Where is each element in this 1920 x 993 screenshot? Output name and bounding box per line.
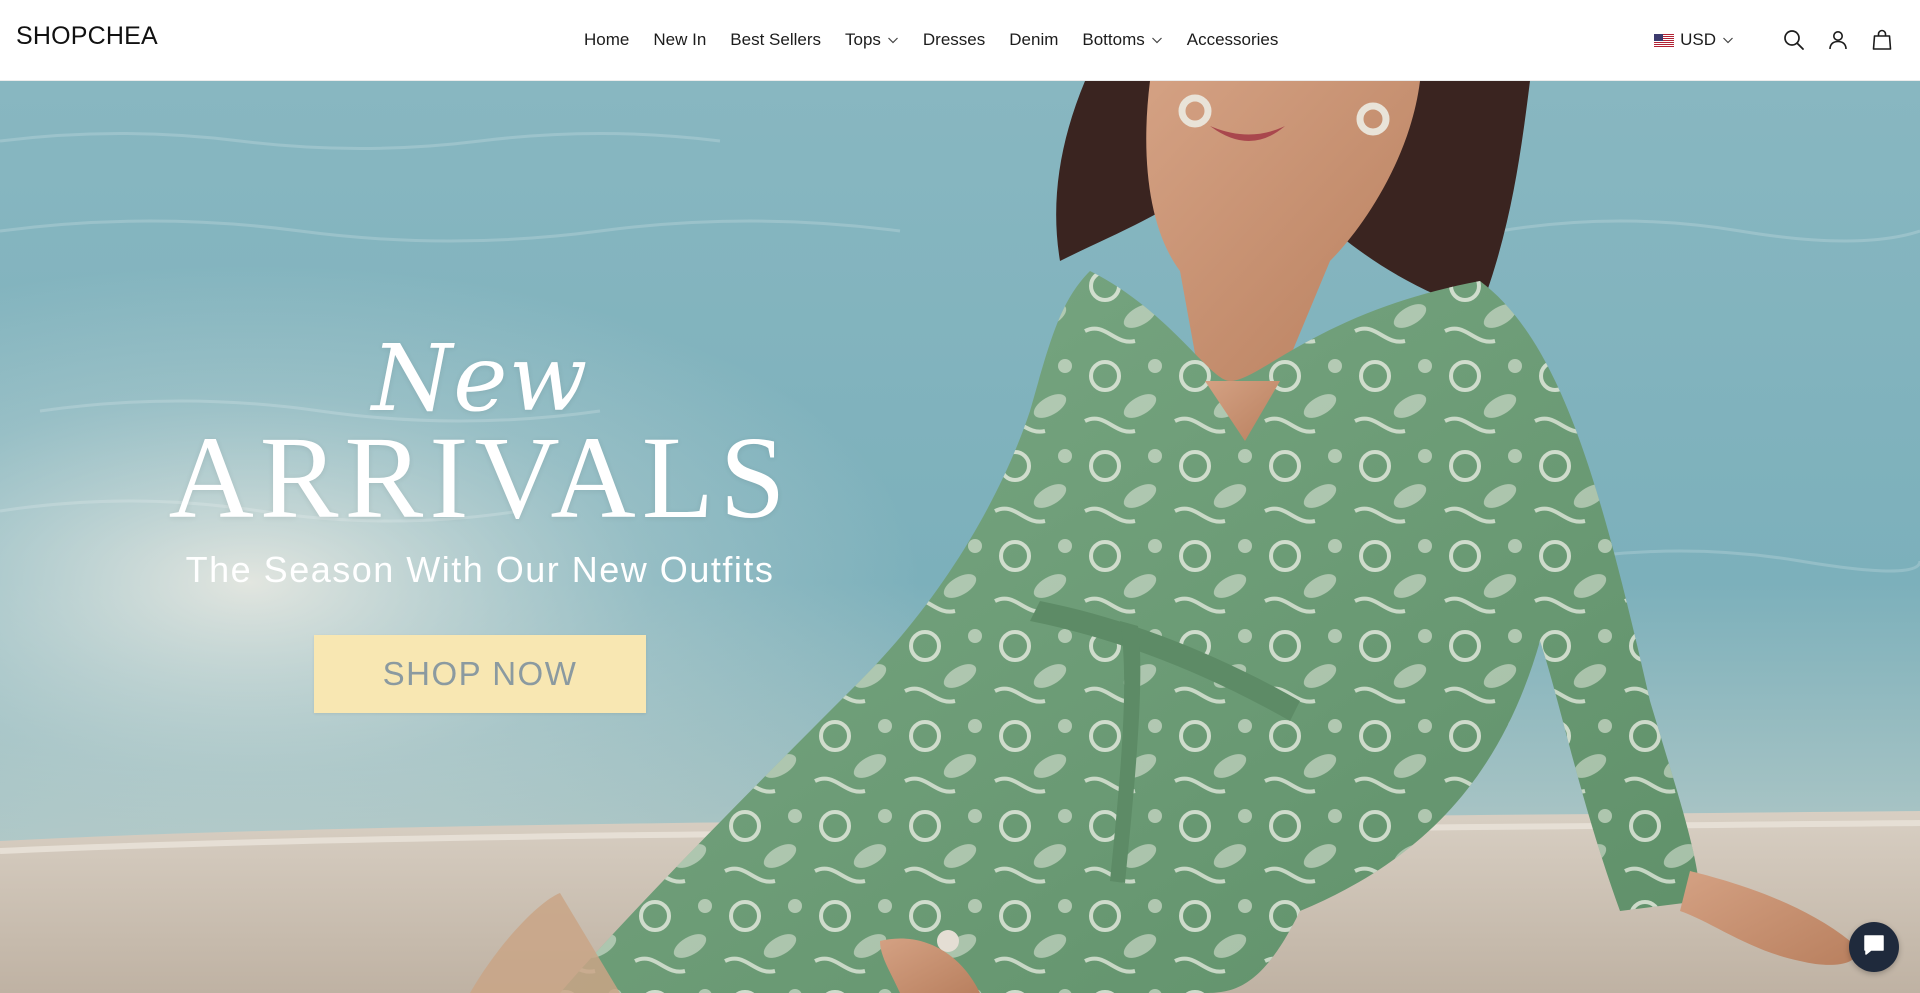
chevron-down-icon: [1722, 34, 1734, 46]
nav-item-home[interactable]: Home: [584, 28, 629, 52]
nav-label: Accessories: [1186, 30, 1279, 49]
header-actions: USD: [1654, 24, 1894, 56]
account-icon[interactable]: [1826, 28, 1850, 52]
nav-item-bottoms[interactable]: Bottoms: [1082, 28, 1162, 52]
search-icon[interactable]: [1782, 28, 1806, 52]
shop-now-button[interactable]: SHOP NOW: [314, 635, 646, 713]
nav-label: Denim: [1009, 30, 1059, 49]
currency-selector[interactable]: USD: [1654, 30, 1734, 50]
cart-bag-icon[interactable]: [1870, 28, 1894, 52]
brand-logo[interactable]: SHOPCHEA: [16, 22, 158, 51]
site-header: SHOPCHEA Home New In Best Sellers Tops D…: [0, 0, 1920, 81]
nav-label: New In: [653, 30, 707, 49]
nav-label: Best Sellers: [730, 30, 821, 49]
nav-label: Dresses: [922, 30, 986, 49]
nav-item-dresses[interactable]: Dresses: [923, 28, 985, 52]
nav-label: Home: [584, 30, 630, 49]
chat-bubble-icon: [1861, 932, 1887, 963]
nav-label: Bottoms: [1082, 30, 1145, 49]
us-flag-icon: [1654, 33, 1675, 47]
nav-item-accessories[interactable]: Accessories: [1187, 28, 1279, 52]
hero-title: ARRIVALS: [168, 412, 792, 543]
nav-label: Tops: [844, 30, 881, 49]
hero-subtitle: The Season With Our New Outfits: [185, 549, 775, 590]
nav-item-best-sellers[interactable]: Best Sellers: [730, 28, 821, 52]
chevron-down-icon: [887, 34, 899, 46]
main-nav: Home New In Best Sellers Tops Dresses De…: [584, 28, 1278, 52]
currency-label: USD: [1680, 30, 1716, 49]
chat-launcher-button[interactable]: [1849, 922, 1899, 972]
nav-item-tops[interactable]: Tops: [845, 28, 899, 52]
nav-item-denim[interactable]: Denim: [1009, 28, 1058, 52]
hero-banner: New ARRIVALS The Season With Our New Out…: [0, 81, 1920, 993]
hero-copy: New ARRIVALS The Season With Our New Out…: [130, 329, 830, 713]
chevron-down-icon: [1151, 34, 1163, 46]
nav-item-new-in[interactable]: New In: [653, 28, 706, 52]
